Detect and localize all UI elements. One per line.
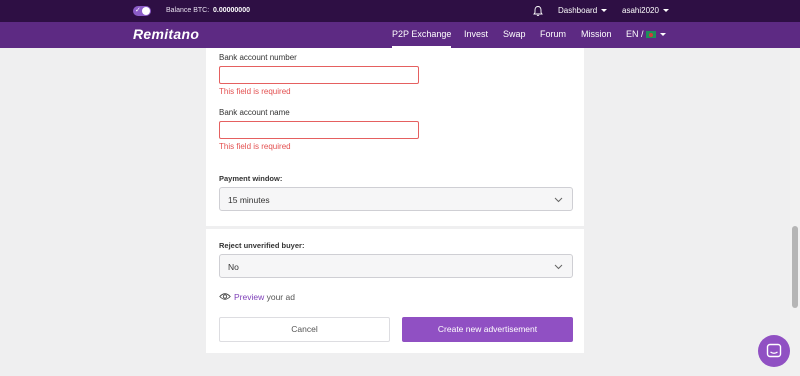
- chevron-down-icon: [554, 197, 563, 203]
- language-selector[interactable]: EN /: [626, 29, 667, 39]
- reject-unverified-label: Reject unverified buyer:: [219, 241, 305, 250]
- preview-row: Preview your ad: [219, 292, 295, 302]
- nav-forum[interactable]: Forum: [540, 29, 566, 39]
- username: asahi2020: [622, 6, 659, 15]
- ad-form-card: Bank account number This field is requir…: [206, 48, 584, 226]
- preview-text: your ad: [264, 292, 295, 302]
- eye-icon: [219, 293, 231, 300]
- payment-window-select[interactable]: 15 minutes: [219, 187, 573, 211]
- balance-label: Balance BTC:: [166, 7, 210, 14]
- reject-unverified-value: No: [228, 262, 239, 272]
- chat-icon: [766, 343, 782, 358]
- ad-options-card: Reject unverified buyer: No Preview your…: [206, 229, 584, 353]
- preview-link[interactable]: Preview: [234, 292, 264, 302]
- payment-window-value: 15 minutes: [228, 195, 270, 205]
- flag-icon: [646, 31, 657, 38]
- bank-account-name-error: This field is required: [219, 142, 291, 151]
- dashboard-menu[interactable]: Dashboard: [558, 6, 608, 15]
- top-bar: ✓ Balance BTC: 0.00000000 Dashboard asah…: [0, 0, 800, 22]
- cancel-button[interactable]: Cancel: [219, 317, 390, 342]
- bank-account-number-input[interactable]: [219, 66, 419, 84]
- chevron-down-icon: [662, 9, 669, 12]
- nav-mission[interactable]: Mission: [581, 29, 612, 39]
- chat-button[interactable]: [758, 335, 790, 367]
- balance-value: 0.00000000: [213, 7, 250, 14]
- payment-window-label: Payment window:: [219, 174, 283, 183]
- logo[interactable]: Remitano: [133, 26, 199, 42]
- chevron-down-icon: [660, 33, 667, 36]
- reject-unverified-select[interactable]: No: [219, 254, 573, 278]
- main-nav: Remitano P2P Exchange Invest Swap Forum …: [0, 22, 800, 48]
- toggle-icon[interactable]: ✓: [133, 6, 151, 16]
- dashboard-label: Dashboard: [558, 6, 598, 15]
- language-label: EN /: [626, 29, 644, 39]
- page-scrollbar[interactable]: [790, 48, 800, 376]
- nav-p2p-exchange[interactable]: P2P Exchange: [392, 22, 452, 48]
- user-menu[interactable]: asahi2020: [622, 6, 669, 15]
- nav-swap[interactable]: Swap: [503, 29, 526, 39]
- bank-account-name-input[interactable]: [219, 121, 419, 139]
- chevron-down-icon: [601, 9, 608, 12]
- chevron-down-icon: [554, 264, 563, 270]
- create-advertisement-button[interactable]: Create new advertisement: [402, 317, 573, 342]
- scrollbar-thumb[interactable]: [792, 226, 798, 308]
- bank-account-name-label: Bank account name: [219, 108, 290, 117]
- bell-icon[interactable]: [532, 5, 544, 17]
- bank-account-number-error: This field is required: [219, 87, 291, 96]
- bank-account-number-label: Bank account number: [219, 53, 297, 62]
- nav-invest[interactable]: Invest: [464, 29, 488, 39]
